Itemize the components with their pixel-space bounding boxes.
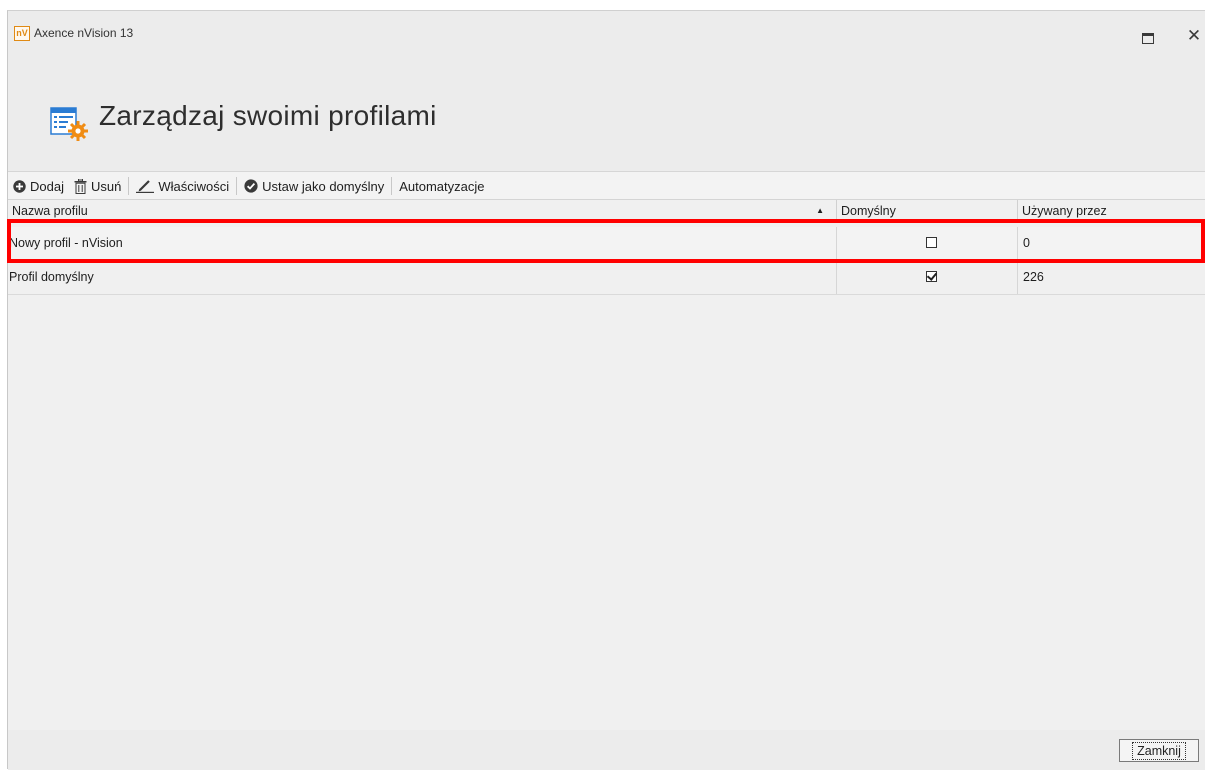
app-logo: nV bbox=[14, 26, 30, 41]
check-circle-icon bbox=[244, 179, 258, 193]
page-title: Zarządzaj swoimi profilami bbox=[99, 100, 437, 131]
profile-name-cell: Nowy profil - nVision bbox=[9, 236, 123, 250]
window-title: Axence nVision 13 bbox=[34, 26, 134, 40]
footer: Zamknij bbox=[8, 730, 1205, 770]
automation-button[interactable]: Automatyzacje bbox=[394, 175, 489, 197]
page-header: Zarządzaj swoimi profilami bbox=[8, 71, 1205, 171]
add-label: Dodaj bbox=[30, 178, 64, 194]
maximize-icon[interactable] bbox=[1142, 33, 1154, 44]
used-by-cell: 0 bbox=[1017, 227, 1205, 260]
properties-button[interactable]: Właściwości bbox=[131, 175, 234, 197]
sort-ascending-icon: ▲ bbox=[816, 206, 824, 215]
column-header-default[interactable]: Domyślny bbox=[836, 200, 1017, 222]
toolbar: Dodaj Usuń Właściwości Ustaw jako domyśl… bbox=[8, 171, 1205, 200]
add-circle-icon bbox=[13, 179, 26, 193]
automation-label: Automatyzacje bbox=[399, 178, 485, 194]
grid-header: Nazwa profilu ▲ Domyślny Używany przez bbox=[8, 200, 1205, 222]
column-header-used-by[interactable]: Używany przez bbox=[1017, 200, 1205, 222]
default-checkbox[interactable] bbox=[926, 271, 937, 282]
default-cell bbox=[836, 227, 1017, 260]
default-cell bbox=[836, 261, 1017, 294]
used-by-cell: 226 bbox=[1017, 261, 1205, 294]
table-row[interactable]: Profil domyślny 226 bbox=[8, 261, 1205, 295]
add-button[interactable]: Dodaj bbox=[8, 175, 69, 197]
column-used-by-label: Używany przez bbox=[1022, 204, 1107, 218]
trash-icon bbox=[74, 178, 87, 194]
properties-label: Właściwości bbox=[158, 178, 230, 194]
toolbar-separator bbox=[391, 177, 393, 195]
set-default-button[interactable]: Ustaw jako domyślny bbox=[239, 175, 389, 197]
column-name-label: Nazwa profilu bbox=[12, 204, 88, 218]
profile-settings-icon bbox=[50, 107, 88, 141]
toolbar-separator bbox=[128, 177, 130, 195]
remove-label: Usuń bbox=[90, 178, 122, 194]
profiles-window: nV Axence nVision 13 ✕ Zarządzaj swoimi … bbox=[7, 10, 1205, 770]
close-button[interactable]: Zamknij bbox=[1119, 739, 1199, 762]
title-bar: nV Axence nVision 13 ✕ bbox=[8, 11, 1205, 51]
profile-name-cell: Profil domyślny bbox=[9, 270, 94, 284]
remove-button[interactable]: Usuń bbox=[69, 175, 126, 197]
toolbar-separator bbox=[236, 177, 238, 195]
table-row[interactable]: Nowy profil - nVision 0 bbox=[8, 227, 1205, 261]
pencil-icon bbox=[136, 180, 155, 193]
set-default-label: Ustaw jako domyślny bbox=[262, 178, 385, 194]
default-checkbox[interactable] bbox=[926, 237, 937, 248]
column-default-label: Domyślny bbox=[841, 204, 896, 218]
close-button-label: Zamknij bbox=[1132, 741, 1186, 760]
close-icon[interactable]: ✕ bbox=[1183, 25, 1205, 47]
profiles-grid: Nazwa profilu ▲ Domyślny Używany przez N… bbox=[8, 199, 1205, 731]
column-header-name[interactable]: Nazwa profilu ▲ bbox=[8, 200, 836, 222]
